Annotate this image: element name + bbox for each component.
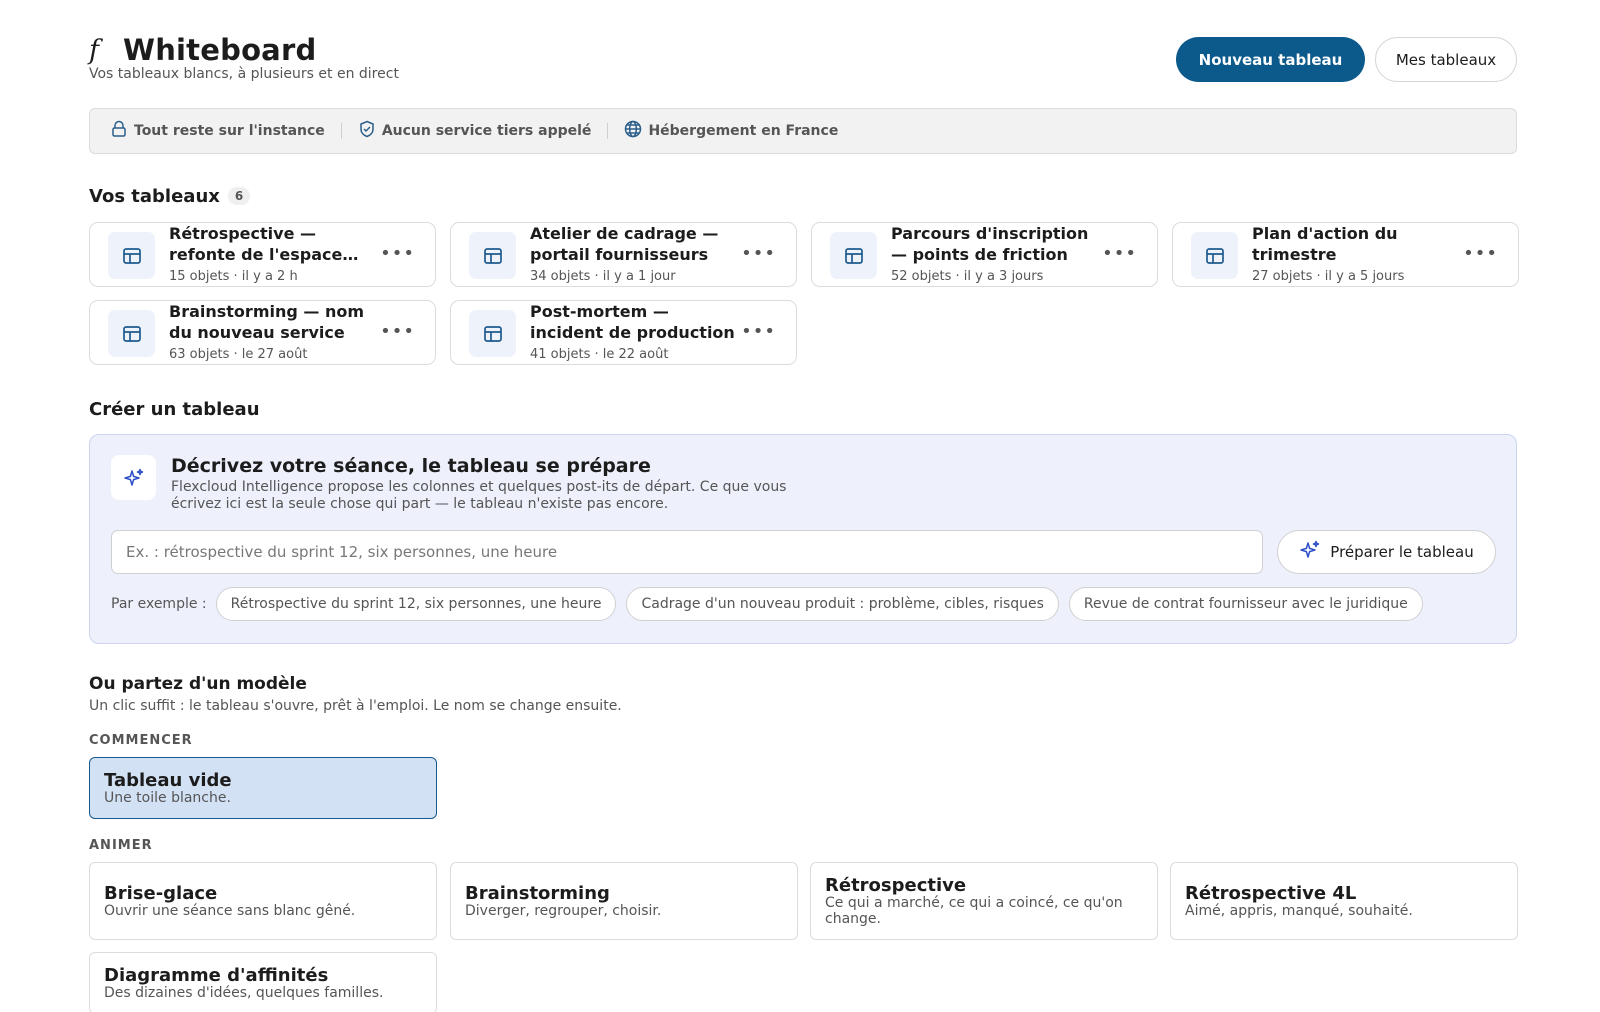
more-options-icon[interactable]: ••• bbox=[741, 245, 776, 263]
examples-label: Par exemple : bbox=[111, 596, 207, 612]
template-description: Diverger, regrouper, choisir. bbox=[465, 903, 662, 919]
board-title: Atelier de cadrage — portail fournisseur… bbox=[530, 224, 719, 264]
board-icon bbox=[830, 232, 877, 279]
board-card[interactable]: Plan d'action du trimestre 27 objets · i… bbox=[1172, 222, 1519, 287]
examples-row: Par exemple : Rétrospective du sprint 12… bbox=[111, 587, 1433, 621]
board-title: Rétrospective — refonte de l'espace clie… bbox=[169, 224, 343, 264]
board-meta: 41 objets · le 22 août bbox=[530, 347, 669, 362]
trust-bar: Tout reste sur l'instance Aucun service … bbox=[89, 108, 1517, 154]
board-icon bbox=[469, 232, 516, 279]
example-chip[interactable]: Revue de contrat fournisseur avec le jur… bbox=[1068, 587, 1423, 621]
shield-check-icon bbox=[358, 120, 382, 142]
board-card[interactable]: Post-mortem — incident de production 41 … bbox=[450, 300, 797, 365]
sparkle-icon bbox=[1299, 539, 1330, 565]
boards-section-title: Vos tableaux 6 bbox=[89, 186, 251, 207]
trust-label: Aucun service tiers appelé bbox=[381, 123, 592, 139]
template-description: Ouvrir une séance sans blanc gêné. bbox=[104, 903, 356, 919]
globe-icon bbox=[624, 120, 648, 142]
app-subtitle: Vos tableaux blancs, à plusieurs et en d… bbox=[89, 66, 399, 82]
board-title: Brainstorming — nom du nouveau service bbox=[169, 302, 365, 342]
ai-panel: Décrivez votre séance, le tableau se pré… bbox=[89, 434, 1517, 644]
template-name: Brise-glace bbox=[104, 883, 218, 904]
template-name: Brainstorming bbox=[465, 883, 610, 904]
board-icon bbox=[108, 310, 155, 357]
template-name: Tableau vide bbox=[104, 770, 232, 791]
board-meta: 52 objets · il y a 3 jours bbox=[891, 269, 1044, 284]
template-description: Ce qui a marché, ce qui a coincé, ce qu'… bbox=[825, 895, 1123, 927]
template-icebreaker[interactable]: Brise-glace Ouvrir une séance sans blanc… bbox=[89, 862, 437, 940]
board-card[interactable]: Rétrospective — refonte de l'espace clie… bbox=[89, 222, 436, 287]
header: 𝑓 Whiteboard Vos tableaux blancs, à plus… bbox=[89, 0, 1517, 104]
board-meta: 63 objets · le 27 août bbox=[169, 347, 308, 362]
more-options-icon[interactable]: ••• bbox=[1463, 245, 1498, 263]
category-animate: ANIMER bbox=[89, 838, 153, 853]
templates-section-title: Ou partez d'un modèle bbox=[89, 674, 307, 694]
example-chip[interactable]: Cadrage d'un nouveau produit : problème,… bbox=[626, 587, 1059, 621]
more-options-icon[interactable]: ••• bbox=[380, 323, 415, 341]
trust-item-hosting: Hébergement en France bbox=[624, 120, 838, 142]
sparkle-icon bbox=[111, 455, 156, 500]
board-meta: 27 objets · il y a 5 jours bbox=[1252, 269, 1405, 284]
trust-item-no-third-party: Aucun service tiers appelé bbox=[358, 120, 592, 142]
logo: 𝑓 Whiteboard bbox=[89, 33, 316, 67]
board-card[interactable]: Atelier de cadrage — portail fournisseur… bbox=[450, 222, 797, 287]
more-options-icon[interactable]: ••• bbox=[1102, 245, 1137, 263]
logo-mark: 𝑓 bbox=[89, 34, 99, 66]
template-name: Rétrospective 4L bbox=[1185, 883, 1357, 904]
board-title: Post-mortem — incident de production bbox=[530, 302, 735, 342]
category-start: COMMENCER bbox=[89, 733, 193, 748]
template-affinity-diagram[interactable]: Diagramme d'affinités Des dizaines d'idé… bbox=[89, 952, 437, 1012]
board-card[interactable]: Parcours d'inscription — points de frict… bbox=[811, 222, 1158, 287]
trust-label: Tout reste sur l'instance bbox=[134, 123, 325, 139]
prepare-board-button[interactable]: Préparer le tableau bbox=[1277, 530, 1496, 574]
board-card[interactable]: Brainstorming — nom du nouveau service 6… bbox=[89, 300, 436, 365]
create-section-title: Créer un tableau bbox=[89, 399, 260, 420]
board-meta: 34 objets · il y a 1 jour bbox=[530, 269, 676, 284]
boards-title: Vos tableaux bbox=[89, 186, 220, 207]
ai-description: Flexcloud Intelligence propose les colon… bbox=[171, 479, 787, 512]
lock-icon bbox=[110, 120, 134, 142]
template-name: Diagramme d'affinités bbox=[104, 965, 329, 986]
my-boards-button[interactable]: Mes tableaux bbox=[1375, 37, 1517, 82]
app-title: Whiteboard bbox=[123, 33, 317, 67]
divider bbox=[340, 123, 342, 139]
divider bbox=[607, 123, 609, 139]
boards-count-badge: 6 bbox=[227, 187, 251, 205]
board-meta: 15 objets · il y a 2 h bbox=[169, 269, 298, 284]
prepare-board-label: Préparer le tableau bbox=[1330, 543, 1474, 561]
template-retrospective-4l[interactable]: Rétrospective 4L Aimé, appris, manqué, s… bbox=[1170, 862, 1518, 940]
example-chip[interactable]: Rétrospective du sprint 12, six personne… bbox=[215, 587, 617, 621]
template-retrospective[interactable]: Rétrospective Ce qui a marché, ce qui a … bbox=[810, 862, 1158, 940]
more-options-icon[interactable]: ••• bbox=[741, 323, 776, 341]
templates-subtitle: Un clic suffit : le tableau s'ouvre, prê… bbox=[89, 698, 622, 714]
template-description: Une toile blanche. bbox=[104, 790, 231, 806]
session-description-input[interactable] bbox=[111, 530, 1263, 574]
page: 𝑓 Whiteboard Vos tableaux blancs, à plus… bbox=[89, 0, 1519, 1012]
template-brainstorming[interactable]: Brainstorming Diverger, regrouper, chois… bbox=[450, 862, 798, 940]
board-icon bbox=[469, 310, 516, 357]
board-title: Plan d'action du trimestre bbox=[1252, 224, 1398, 264]
board-icon bbox=[108, 232, 155, 279]
template-name: Rétrospective bbox=[825, 875, 967, 896]
new-board-button[interactable]: Nouveau tableau bbox=[1176, 37, 1365, 82]
trust-label: Hébergement en France bbox=[648, 123, 839, 139]
ai-title: Décrivez votre séance, le tableau se pré… bbox=[171, 455, 651, 477]
template-description: Aimé, appris, manqué, souhaité. bbox=[1185, 903, 1413, 919]
board-title: Parcours d'inscription — points de frict… bbox=[891, 224, 1089, 264]
more-options-icon[interactable]: ••• bbox=[380, 245, 415, 263]
template-blank[interactable]: Tableau vide Une toile blanche. bbox=[89, 757, 437, 819]
trust-item-instance: Tout reste sur l'instance bbox=[110, 120, 325, 142]
template-description: Des dizaines d'idées, quelques familles. bbox=[104, 985, 384, 1001]
board-icon bbox=[1191, 232, 1238, 279]
